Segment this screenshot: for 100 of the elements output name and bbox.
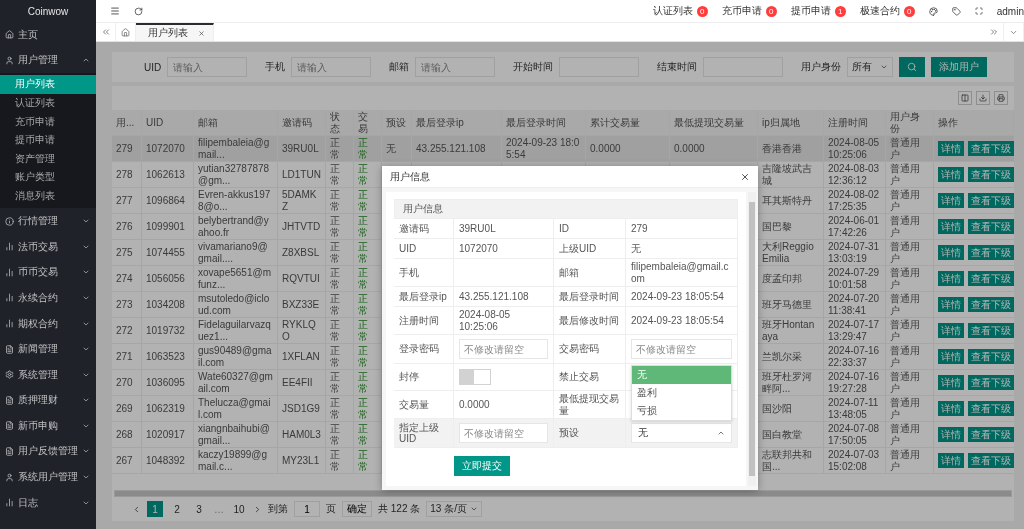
table-cell-text: 志联邦共和国...	[762, 449, 813, 472]
submenu-item[interactable]: 账户类型	[0, 168, 96, 187]
input-field[interactable]: 不修改请留空	[459, 339, 548, 359]
nav-link[interactable]: 提币申请	[790, 4, 831, 18]
submenu-item[interactable]: 认证列表	[0, 93, 96, 113]
confirm-button[interactable]: 确定	[342, 501, 372, 517]
sidebar-item[interactable]: 永续合约	[0, 285, 96, 311]
table-cell: EE4FII	[282, 376, 313, 389]
scroll-right-icon[interactable]	[988, 27, 999, 37]
submenu-item[interactable]: 充币申请	[0, 112, 96, 131]
table-cell-text: RYKLQO	[282, 319, 317, 342]
table-cell-text: filipembaleia@gmail...	[198, 137, 271, 160]
palette-icon[interactable]	[928, 6, 938, 16]
print-icon	[997, 94, 1005, 102]
input-field[interactable]: 不修改请留空	[631, 339, 732, 359]
field-value: 279	[631, 222, 648, 235]
dropdown-option[interactable]: 亏损	[632, 402, 731, 420]
nav-link[interactable]: 充币申请	[721, 4, 762, 18]
table-cell: 2024-07-31 13:03:19	[828, 241, 881, 264]
table-cell-text: 班牙Hontanaya	[762, 319, 816, 342]
scrollbar[interactable]	[748, 192, 756, 486]
fullscreen-icon[interactable]	[974, 7, 983, 15]
home-icon[interactable]	[121, 27, 130, 37]
dropdown-option[interactable]: 盈利	[632, 384, 731, 402]
input-field[interactable]: 不修改请留空	[459, 423, 548, 443]
next-page-icon[interactable]	[253, 504, 262, 514]
nav-link[interactable]: 极速合约	[859, 4, 900, 18]
table-cell-text: xovape5651@mfunz...	[198, 267, 272, 290]
table-cell-text: vivamariano9@gmail....	[198, 241, 269, 264]
search-button[interactable]	[899, 57, 926, 77]
table-cell: 国巴黎	[762, 220, 792, 233]
table-cell-text: 正常	[358, 189, 369, 212]
submenu-item[interactable]: 提币申请	[0, 130, 96, 150]
columns-button[interactable]	[958, 91, 972, 105]
select-field[interactable]: 所有	[847, 57, 894, 77]
scroll-left-icon[interactable]	[100, 27, 111, 37]
table-cell: 269	[116, 402, 133, 415]
close-icon[interactable]	[198, 29, 205, 37]
count-badge: 0	[765, 5, 777, 17]
table-cell-text: 正常	[358, 241, 369, 264]
submit-button[interactable]: 立即提交	[454, 456, 510, 476]
table-cell: JHTVTD	[282, 220, 321, 233]
refresh-icon[interactable]	[134, 6, 143, 16]
sidebar-item[interactable]: 新闻管理	[0, 336, 96, 362]
table-cell-text: 正常	[358, 137, 369, 160]
submenu-item[interactable]: 消息列表	[0, 186, 96, 206]
table-cell-text: 2024-07-11 13:48:05	[828, 397, 880, 420]
page-unit: 页	[326, 502, 336, 516]
table-cell-text: 普通用户	[890, 163, 921, 186]
input-field[interactable]: 请输入	[291, 57, 372, 77]
table-cell: 277	[116, 194, 133, 207]
goto-label: 到第	[268, 502, 288, 516]
prev-page-icon[interactable]	[132, 504, 141, 514]
table-cell: JSD1G9	[282, 402, 320, 415]
sidebar-item[interactable]: 币币交易	[0, 259, 96, 286]
table-cell-text: 正常	[330, 215, 341, 238]
page-input[interactable]: 1	[294, 501, 320, 517]
sidebar-item[interactable]: 期权合约	[0, 310, 96, 337]
page-size-select[interactable]: 13 条/页	[426, 501, 482, 517]
column-header: 注册时间	[828, 116, 868, 129]
table-cell: 1099901	[146, 220, 185, 233]
page-tab[interactable]: 用户列表	[136, 23, 214, 41]
nav-link[interactable]: 认证列表	[652, 4, 693, 18]
sidebar-item[interactable]: 行情管理	[0, 208, 96, 234]
tag-icon[interactable]	[951, 6, 961, 16]
table-cell-text: 正常	[358, 371, 369, 394]
field-label: ID	[559, 222, 569, 235]
input-field[interactable]: 请输入	[167, 57, 248, 77]
table-cell: 279	[116, 142, 133, 155]
select-field[interactable]: 无	[631, 423, 732, 443]
toggle-switch[interactable]	[459, 369, 491, 385]
page-number[interactable]: 2	[169, 501, 185, 517]
user-name[interactable]: admin	[996, 5, 1024, 17]
table-cell: 香港香港	[762, 142, 802, 155]
sidebar-item[interactable]: 系统管理	[0, 361, 96, 388]
field-value: 43.255.121.108	[459, 290, 529, 303]
sidebar-item[interactable]: 日志	[0, 489, 96, 516]
close-icon[interactable]	[740, 171, 750, 182]
sidebar-item[interactable]: 用户管理	[0, 47, 96, 74]
print-button[interactable]	[994, 91, 1008, 105]
scrollbar[interactable]	[114, 490, 1012, 497]
submenu-item[interactable]: 用户列表	[0, 75, 96, 94]
sidebar-item[interactable]: 质押理财	[0, 387, 96, 414]
table-cell: 0.0000	[674, 142, 705, 155]
page-number[interactable]: 10	[231, 501, 247, 517]
submenu-item[interactable]: 资产管理	[0, 149, 96, 169]
sidebar-item[interactable]: 系统用户管理	[0, 464, 96, 490]
table-cell: 国沙阳	[762, 402, 792, 415]
field-label: 开始时间	[513, 60, 554, 74]
sidebar-item[interactable]: 法币交易	[0, 233, 96, 260]
page-number[interactable]: 3	[191, 501, 207, 517]
input-field[interactable]: 请输入	[415, 57, 496, 77]
export-button[interactable]	[976, 91, 990, 105]
sidebar-item[interactable]: 新币申购	[0, 413, 96, 439]
sidebar-item[interactable]: 用户反馈管理	[0, 438, 96, 465]
sidebar-item[interactable]: 主页	[0, 22, 96, 48]
field-label: 上级UID	[559, 242, 597, 255]
table-cell-text: 正常	[358, 163, 369, 186]
field-value: 0.0000	[459, 398, 490, 411]
field-label: 预设	[559, 427, 579, 439]
